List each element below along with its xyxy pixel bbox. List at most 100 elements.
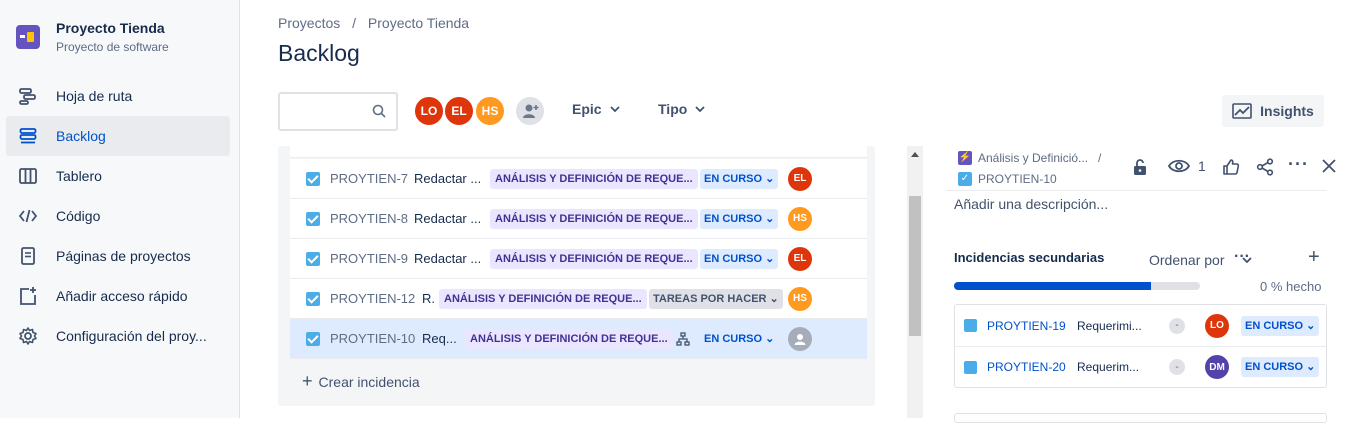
add-people-button[interactable] [514,95,546,127]
avatar-filter[interactable]: EL [443,95,475,127]
table-row-selected[interactable]: PROYTIEN-10 Req... ANÁLISIS Y DEFINICIÓN… [290,319,867,359]
type-filter-label: Tipo [658,101,688,117]
sidebar-item-label: Código [56,208,101,224]
breadcrumb-projects[interactable]: Proyectos [278,15,340,31]
project-type: Proyecto de software [56,40,169,54]
sidebar-item-add-shortcut[interactable]: Añadir acceso rápido [6,276,230,316]
create-issue-button[interactable]: + Crear incidencia [302,371,420,392]
assignee-avatar[interactable]: LO [1205,313,1229,338]
status-label: TAREAS POR HACER [653,292,767,305]
search-icon [372,104,386,123]
epic-tag[interactable]: ANÁLISIS Y DEFINICIÓN DE REQUE... [439,288,647,309]
table-row[interactable]: PROYTIEN-7 Redactar ... ANÁLISIS Y DEFIN… [290,159,867,199]
insights-chart-icon [1232,103,1252,119]
issue-key[interactable]: PROYTIEN-12 [330,291,415,306]
issue-breadcrumb[interactable]: ✓ PROYTIEN-10 [958,172,1057,186]
avatar-filter[interactable]: LO [413,95,445,127]
eye-icon [1168,159,1190,173]
status-dropdown[interactable]: EN CURSO ⌄ [700,248,779,269]
sidebar-item-label: Páginas de proyectos [56,248,191,264]
issue-key[interactable]: PROYTIEN-10 [330,331,415,346]
sidebar-item-settings[interactable]: Configuración del proy... [6,316,230,356]
type-filter[interactable]: Tipo [658,101,705,117]
plus-icon: + [302,371,313,391]
issue-detail-panel: ⚡ Análisis y Definició... / ✓ PROYTIEN-1… [946,146,1347,418]
lock-icon[interactable] [1132,158,1148,176]
child-issue-row[interactable]: PROYTIEN-20 Requerim... - DM EN CURSO ⌄ [955,346,1326,387]
status-dropdown[interactable]: EN CURSO ⌄ [1241,315,1320,336]
subtask-type-icon [964,360,977,374]
assignee-avatar[interactable]: EL [788,166,812,191]
insights-button[interactable]: Insights [1222,95,1324,127]
next-section-box [954,413,1327,423]
sidebar-item-label: Tablero [56,168,102,184]
status-dropdown[interactable]: EN CURSO ⌄ [700,168,779,189]
sidebar-item-label: Configuración del proy... [56,328,207,344]
chevron-down-icon: ⌄ [1306,361,1316,373]
chevron-down-icon [609,106,620,112]
add-child-issue-icon[interactable]: + [1308,246,1320,269]
table-row[interactable]: PROYTIEN-12 R. ANÁLISIS Y DEFINICIÓN DE … [290,279,867,319]
epic-tag[interactable]: ANÁLISIS Y DEFINICIÓN DE REQUE... [465,328,673,349]
sidebar-item-label: Hoja de ruta [56,88,133,104]
table-row[interactable]: PROYTIEN-8 Redactar ... ANÁLISIS Y DEFIN… [290,199,867,239]
sidebar-item-code[interactable]: Código [6,196,230,236]
epic-breadcrumb[interactable]: ⚡ Análisis y Definició... / [958,151,1101,165]
epic-tag[interactable]: ANÁLISIS Y DEFINICIÓN DE REQUE... [490,248,698,269]
epic-tag[interactable]: ANÁLISIS Y DEFINICIÓN DE REQUE... [490,168,698,189]
scroll-up-arrow-icon[interactable] [911,152,919,157]
epic-filter[interactable]: Epic [572,101,620,117]
page-title: Backlog [278,40,360,66]
assignee-avatar[interactable]: DM [1205,355,1229,379]
backlog-icon [18,126,38,146]
sidebar-item-pages[interactable]: Páginas de proyectos [6,236,230,276]
share-icon[interactable] [1256,158,1274,176]
sort-label: Ordenar por [1149,252,1225,268]
roadmap-icon [18,86,38,106]
assignee-avatar[interactable]: HS [788,206,812,231]
backlog-scrollbar[interactable] [907,146,923,418]
avatar-filter[interactable]: HS [474,95,506,127]
status-dropdown[interactable]: EN CURSO ⌄ [700,208,779,229]
search-input[interactable] [278,92,398,131]
status-dropdown[interactable]: EN CURSO ⌄ [700,328,779,349]
add-person-icon [523,104,539,118]
assignee-avatar[interactable]: EL [788,246,812,271]
project-header[interactable]: Proyecto Tienda Proyecto de software [16,20,169,54]
status-label: EN CURSO [704,172,763,185]
pages-icon [18,246,38,266]
description-field[interactable]: Añadir una descripción... [954,196,1108,212]
assignee-avatar[interactable]: HS [788,286,812,311]
breadcrumb-project[interactable]: Proyecto Tienda [368,15,469,31]
issue-key[interactable]: PROYTIEN-8 [330,211,408,226]
child-issues-icon [676,332,690,349]
table-row[interactable]: PROYTIEN-9 Redactar ... ANÁLISIS Y DEFIN… [290,239,867,279]
sidebar-item-board[interactable]: Tablero [6,156,230,196]
watch-button[interactable]: 1 [1168,158,1206,174]
child-issue-key[interactable]: PROYTIEN-20 [987,360,1066,374]
child-issue-key[interactable]: PROYTIEN-19 [987,319,1066,333]
epic-tag[interactable]: ANÁLISIS Y DEFINICIÓN DE REQUE... [490,208,698,229]
status-label: EN CURSO [1245,361,1304,373]
issue-key[interactable]: PROYTIEN-9 [330,251,408,266]
sidebar-item-roadmap[interactable]: Hoja de ruta [6,76,230,116]
close-icon[interactable] [1321,158,1337,174]
table-row-partial[interactable] [290,146,867,158]
status-label: EN CURSO [704,212,763,225]
subtask-type-icon [964,319,977,332]
issue-summary: Redactar ... [414,211,482,226]
unassigned-avatar-icon[interactable] [788,326,812,351]
issue-summary: R. [422,291,435,306]
epic-filter-label: Epic [572,101,602,117]
scrollbar-thumb[interactable] [909,196,921,336]
more-options-icon[interactable]: ··· [1288,154,1309,175]
status-dropdown[interactable]: EN CURSO ⌄ [1241,357,1320,377]
issue-key[interactable]: PROYTIEN-7 [330,171,408,186]
settings-icon [18,326,38,346]
sidebar-item-backlog[interactable]: Backlog [6,116,230,156]
status-dropdown[interactable]: TAREAS POR HACER ⌄ [649,288,783,309]
child-issue-row[interactable]: PROYTIEN-19 Requerimi... - LO EN CURSO ⌄ [955,305,1326,346]
thumbs-up-icon[interactable] [1222,158,1240,176]
backlog-panel: PROYTIEN-7 Redactar ... ANÁLISIS Y DEFIN… [278,146,875,406]
child-issues-more-icon[interactable]: ··· [1234,248,1250,266]
